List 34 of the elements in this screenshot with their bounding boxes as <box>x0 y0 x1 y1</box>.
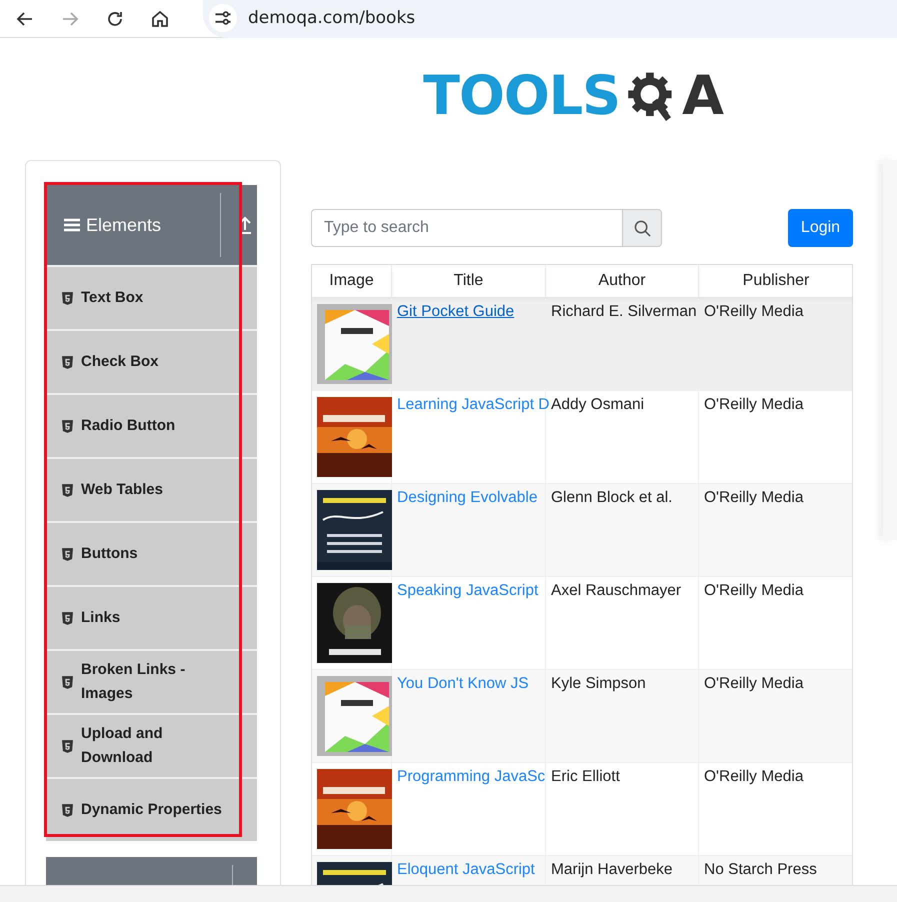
book-title-link[interactable]: Git Pocket Guide <box>397 303 514 320</box>
search-icon <box>634 220 650 236</box>
menu-item[interactable]: Check Box <box>46 329 257 393</box>
scrollbar[interactable] <box>0 885 897 902</box>
address-bar[interactable]: demoqa.com/books <box>203 0 897 38</box>
menu-item[interactable]: Radio Button <box>46 393 257 457</box>
menu-item[interactable]: Broken Links - Images <box>46 649 257 713</box>
shield-icon <box>62 740 73 752</box>
login-button[interactable]: Login <box>788 209 853 247</box>
collapse-icon[interactable] <box>239 216 251 234</box>
shield-icon <box>62 484 73 496</box>
menu-item[interactable]: Dynamic Properties <box>46 777 257 841</box>
shield-icon <box>62 292 73 304</box>
shield-icon <box>62 676 73 688</box>
shield-icon <box>62 548 73 560</box>
home-icon[interactable] <box>150 8 170 28</box>
search-field[interactable]: Type to search <box>311 209 622 247</box>
menu-item[interactable]: Links <box>46 585 257 649</box>
book-title-link[interactable]: Programming JavaSc <box>397 768 546 785</box>
group-title: Elements <box>86 214 162 236</box>
menu-icon <box>64 218 80 232</box>
logo[interactable]: TOOLS A <box>423 62 724 142</box>
menu-item[interactable]: Text Box <box>46 265 257 329</box>
shield-icon <box>62 420 73 432</box>
shield-icon <box>62 804 73 816</box>
shield-icon <box>62 612 73 624</box>
book-title-link[interactable]: Speaking JavaScript <box>397 582 538 599</box>
menu-item[interactable]: Buttons <box>46 521 257 585</box>
menu-item[interactable]: Web Tables <box>46 457 257 521</box>
group-header[interactable]: Elements <box>46 185 257 265</box>
shield-icon <box>62 356 73 368</box>
search-button[interactable] <box>622 209 662 247</box>
menu-item[interactable]: Upload and Download <box>46 713 257 777</box>
tune-icon[interactable] <box>208 2 238 32</box>
